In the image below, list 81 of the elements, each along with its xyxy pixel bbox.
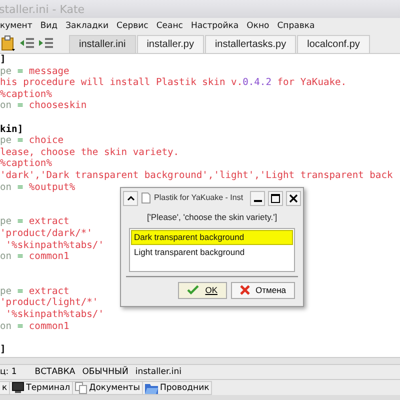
list-item[interactable]: Dark transparent background	[131, 230, 293, 246]
monitor-icon	[12, 382, 24, 393]
code-text: %caption%	[0, 158, 52, 170]
code-text: =	[16, 66, 24, 77]
status-text: ц: 1	[0, 367, 17, 377]
file-tab[interactable]: installer.ini	[69, 35, 136, 53]
file-tab[interactable]: localconf.py	[297, 35, 370, 53]
code-text: on	[0, 251, 12, 262]
code-text: chooseskin	[28, 100, 87, 112]
code-text: 'product/dark/*'	[0, 228, 92, 239]
code-text: '%skinpath%tabs/'	[4, 309, 104, 320]
code-text: =	[16, 320, 24, 332]
dialog-title: Plastik for YaKuake - Inst	[154, 192, 244, 204]
menu-item[interactable]: Окно	[246, 20, 270, 30]
code-text: =	[16, 182, 24, 193]
code-text: on	[0, 320, 12, 332]
list-item[interactable]: Light transparent background	[131, 245, 293, 261]
code-text: on	[0, 182, 12, 193]
code-text: pe	[0, 135, 12, 146]
code-text: choice	[28, 135, 64, 146]
close-button[interactable]	[286, 190, 301, 206]
folder-icon	[144, 382, 158, 394]
cross-icon	[240, 285, 250, 296]
code-text: extract	[28, 286, 70, 297]
maximize-icon	[271, 194, 280, 202]
menu-item[interactable]: Справка	[277, 20, 315, 30]
panel-tab[interactable]: Документы	[72, 380, 143, 394]
close-icon	[289, 194, 298, 202]
code-text: ]	[0, 54, 6, 65]
code-text: =	[16, 216, 24, 228]
document-icon	[141, 192, 151, 204]
code-text: pe	[0, 66, 12, 77]
indent-icon[interactable]	[38, 35, 54, 51]
code-text: on	[0, 100, 12, 112]
panel-tab[interactable]: Терминал	[9, 380, 74, 394]
dialog-message: ['Please', 'choose the skin variety.']	[146, 212, 278, 224]
panel-tab[interactable]: к	[0, 380, 10, 394]
splitter-handle[interactable]	[0, 357, 400, 365]
ok-button[interactable]: OK	[178, 282, 226, 299]
code-text: %caption%	[0, 88, 52, 100]
code-text: '%skinpath%tabs/'	[4, 240, 104, 250]
code-text: for YaKuake.	[276, 77, 347, 88]
code-text: =	[16, 135, 24, 146]
code-text: pe	[0, 216, 12, 228]
code-text: =	[16, 251, 24, 262]
code-text: common1	[28, 251, 70, 262]
code-text: lease, choose the skin variety.	[0, 146, 180, 158]
shade-button[interactable]	[123, 190, 138, 206]
cancel-button[interactable]: Отмена	[230, 282, 295, 299]
code-text: his procedure will install Plastik skin v.	[0, 77, 243, 88]
code-text: extract	[28, 216, 70, 228]
caret-icon	[126, 195, 134, 201]
code-text: =	[16, 100, 24, 112]
menu-item[interactable]: кумент	[0, 20, 32, 30]
code-text: 'product/light/*'	[0, 297, 98, 308]
code-text: ]	[0, 344, 6, 355]
code-text: %output%	[28, 182, 76, 193]
code-text: message	[28, 66, 70, 77]
maximize-button[interactable]	[268, 190, 283, 206]
menu-item[interactable]: Сервис	[116, 20, 148, 30]
menu-item[interactable]: Сеанс	[156, 20, 183, 30]
panel-tab[interactable]: Проводник	[142, 380, 212, 394]
code-text: 'dark','Dark transparent background','light','Light transparent back	[0, 170, 393, 181]
code-text: common1	[28, 320, 70, 332]
file-tab[interactable]: installer.py	[136, 35, 204, 53]
status-text: ОБЫЧНЫЙ	[82, 367, 128, 377]
code-text: 0.4.2	[242, 77, 272, 88]
code-text: kin]	[0, 124, 24, 135]
file-tab[interactable]: installertasks.py	[204, 35, 296, 53]
status-text: ВСТАВКА	[34, 367, 76, 377]
menu-item[interactable]: Настройка	[190, 20, 239, 30]
code-text: =	[16, 286, 24, 297]
unindent-icon[interactable]	[19, 35, 35, 51]
documents-icon	[75, 382, 88, 394]
minimize-button[interactable]	[250, 190, 265, 206]
clipboard-icon[interactable]	[0, 35, 16, 51]
menu-item[interactable]: Вид	[40, 20, 58, 30]
code-text: pe	[0, 286, 12, 297]
status-text: installer.ini	[135, 367, 182, 377]
menu-item[interactable]: Закладки	[66, 20, 109, 30]
check-icon	[187, 285, 200, 296]
